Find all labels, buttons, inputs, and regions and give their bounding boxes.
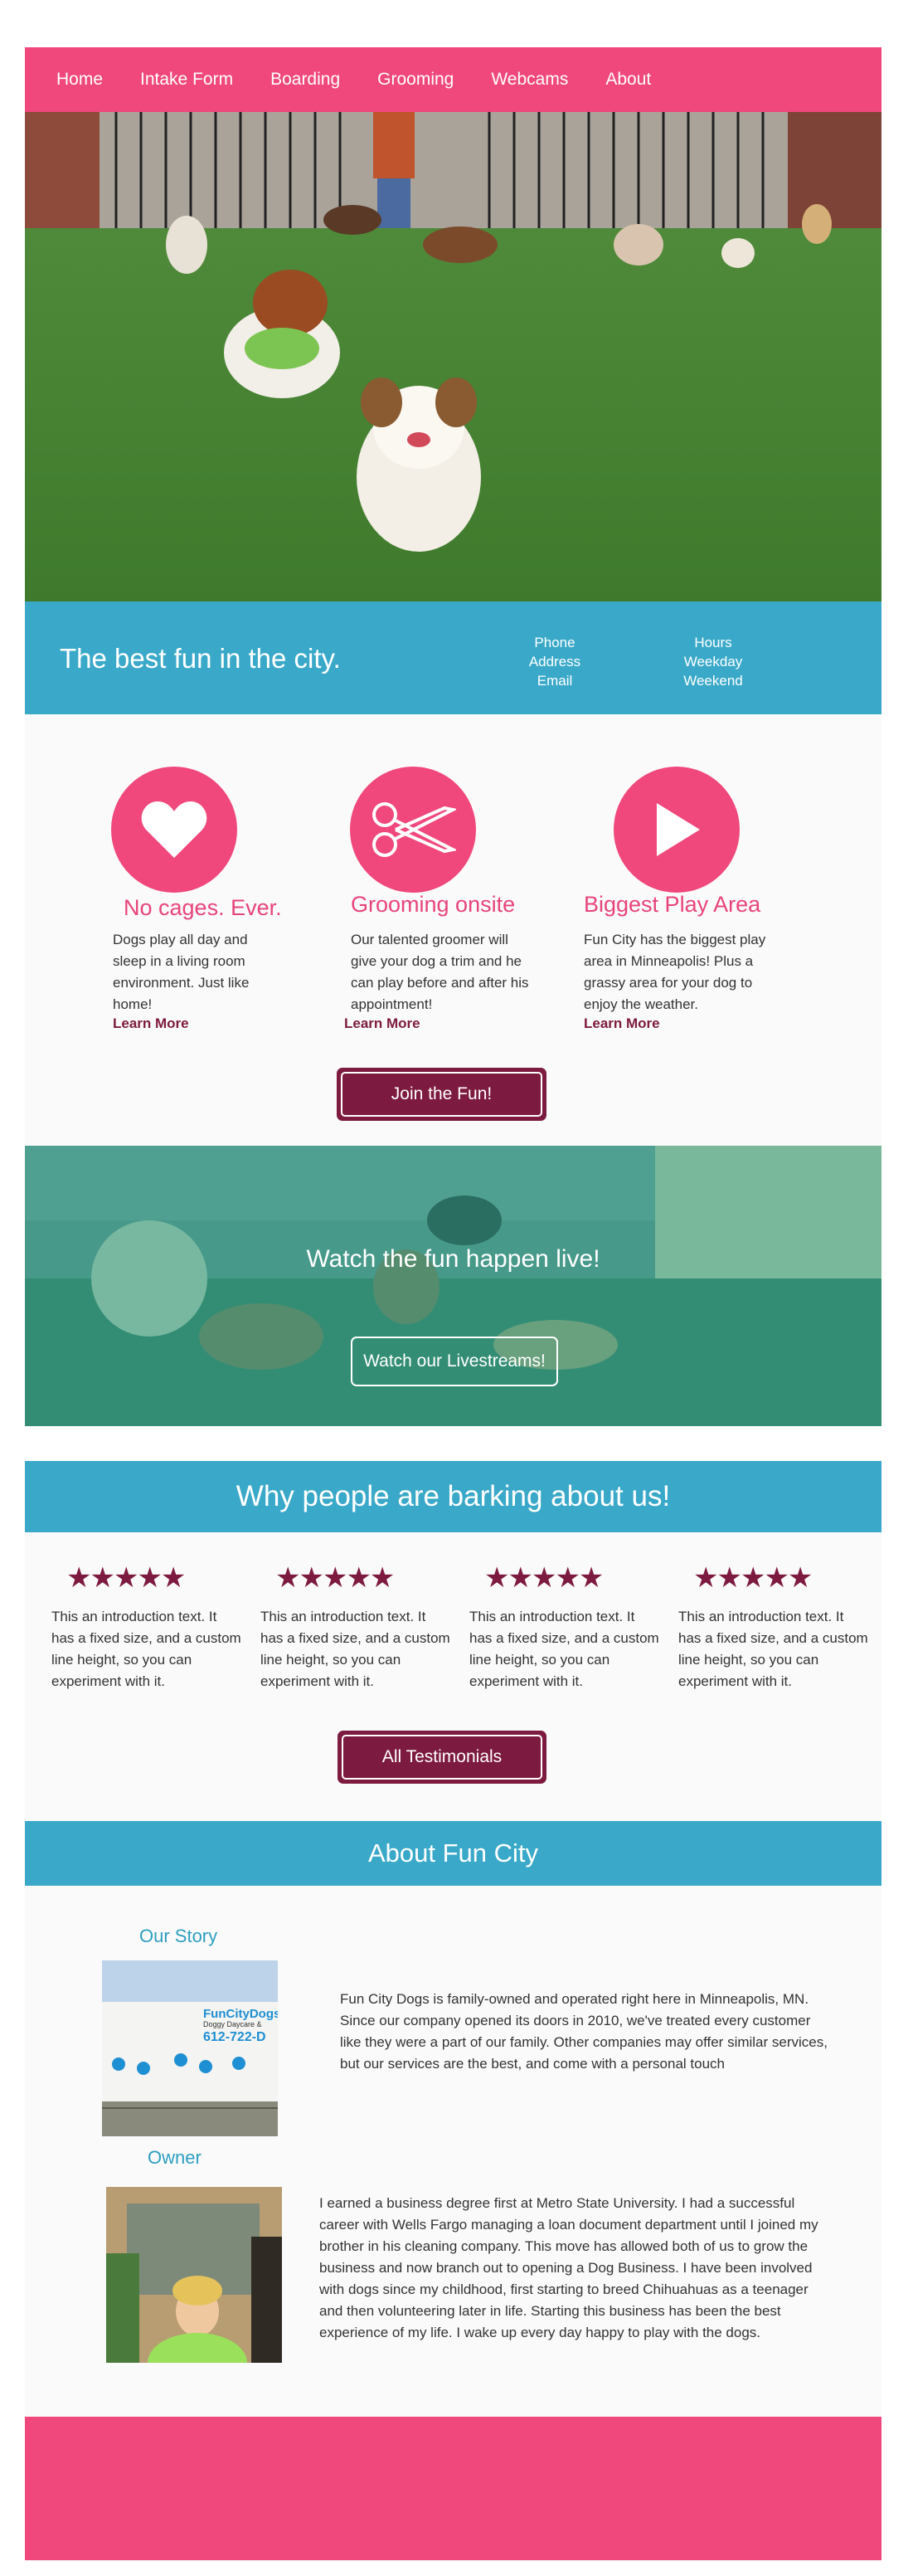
storefront-photo: FunCityDogs Doggy Daycare & 612-722-D (102, 1960, 278, 2136)
all-testimonials-button[interactable]: All Testimonials (338, 1731, 546, 1784)
weekend-label: Weekend (683, 673, 743, 689)
info-bar: The best fun in the city. Phone Address … (25, 601, 881, 714)
livestream-banner: Watch the fun happen live! Watch our Liv… (25, 1146, 881, 1426)
hours-label: Hours (694, 635, 732, 650)
star-rating-icon: ★★★★★ (693, 1562, 813, 1594)
star-rating-icon: ★★★★★ (484, 1562, 604, 1594)
nav-home[interactable]: Home (56, 70, 103, 90)
storefront-phone: 612-722-D (203, 2030, 266, 2044)
testimonial-card: ★★★★★ This an introduction text. It has … (51, 1564, 242, 1692)
nav-boarding[interactable]: Boarding (270, 70, 340, 90)
owner-text: I earned a business degree first at Metr… (319, 2195, 818, 2340)
features-section: No cages. Ever. Dogs play all day and sl… (25, 714, 881, 1146)
join-button[interactable]: Join the Fun! (337, 1068, 546, 1121)
storefront-sub: Doggy Daycare & (203, 2020, 262, 2028)
testimonials-heading: Why people are barking about us! (25, 1461, 881, 1532)
join-button-label: Join the Fun! (341, 1072, 542, 1117)
address-label[interactable]: Address (488, 652, 621, 671)
testimonial-text: This an introduction text. It has a fixe… (51, 1609, 241, 1689)
testimonials-section: ★★★★★ This an introduction text. It has … (25, 1532, 881, 1821)
hours-column: Hours Weekday Weekend (647, 633, 779, 690)
learn-more-link[interactable]: Learn More (584, 1015, 660, 1032)
testimonial-text: This an introduction text. It has a fixe… (678, 1609, 868, 1689)
testimonial-card: ★★★★★ This an introduction text. It has … (469, 1564, 660, 1692)
feature-text: Our talented groomer will give your dog … (351, 932, 529, 1012)
nav-grooming[interactable]: Grooming (377, 70, 454, 90)
hero-image (25, 112, 881, 601)
feature-title: Biggest Play Area (584, 892, 761, 917)
star-rating-icon: ★★★★★ (275, 1562, 395, 1594)
learn-more-link[interactable]: Learn More (113, 1015, 189, 1032)
owner-photo (106, 2187, 282, 2363)
feature-text: Dogs play all day and sleep in a living … (113, 932, 250, 1012)
scissors-icon (350, 767, 476, 893)
testimonial-card: ★★★★★ This an introduction text. It has … (260, 1564, 451, 1692)
star-rating-icon: ★★★★★ (66, 1562, 186, 1594)
livestream-title: Watch the fun happen live! (306, 1245, 600, 1273)
weekday-label: Weekday (683, 654, 743, 670)
main-nav: Home Intake Form Boarding Grooming Webca… (25, 47, 881, 112)
testimonial-text: This an introduction text. It has a fixe… (260, 1609, 450, 1689)
heart-icon (111, 767, 237, 893)
phone-label[interactable]: Phone (488, 633, 621, 652)
nav-intake-form[interactable]: Intake Form (140, 70, 233, 90)
storefront-sign: FunCityDogs (203, 2007, 278, 2021)
about-heading: About Fun City (25, 1821, 881, 1886)
feature-title: No cages. Ever. (124, 895, 282, 920)
tagline: The best fun in the city. (60, 643, 341, 674)
nav-webcams[interactable]: Webcams (491, 70, 568, 90)
livestream-button[interactable]: Watch our Livestreams! (351, 1337, 558, 1386)
owner-label: Owner (148, 2147, 202, 2168)
email-label[interactable]: Email (488, 671, 621, 690)
footer (25, 2417, 881, 2560)
all-testimonials-label: All Testimonials (342, 1735, 542, 1780)
nav-about[interactable]: About (605, 70, 651, 90)
about-section: Our Story FunCityDogs Doggy Daycare & 61… (25, 1886, 881, 2417)
our-story-text: Fun City Dogs is family-owned and operat… (340, 1991, 828, 2072)
play-icon (614, 767, 740, 893)
testimonial-card: ★★★★★ This an introduction text. It has … (678, 1564, 869, 1692)
feature-text: Fun City has the biggest play area in Mi… (584, 932, 766, 1012)
testimonial-text: This an introduction text. It has a fixe… (469, 1609, 659, 1689)
feature-title: Grooming onsite (351, 892, 516, 917)
our-story-label: Our Story (139, 1926, 218, 1946)
learn-more-link[interactable]: Learn More (344, 1015, 420, 1032)
contact-column: Phone Address Email (488, 633, 621, 690)
